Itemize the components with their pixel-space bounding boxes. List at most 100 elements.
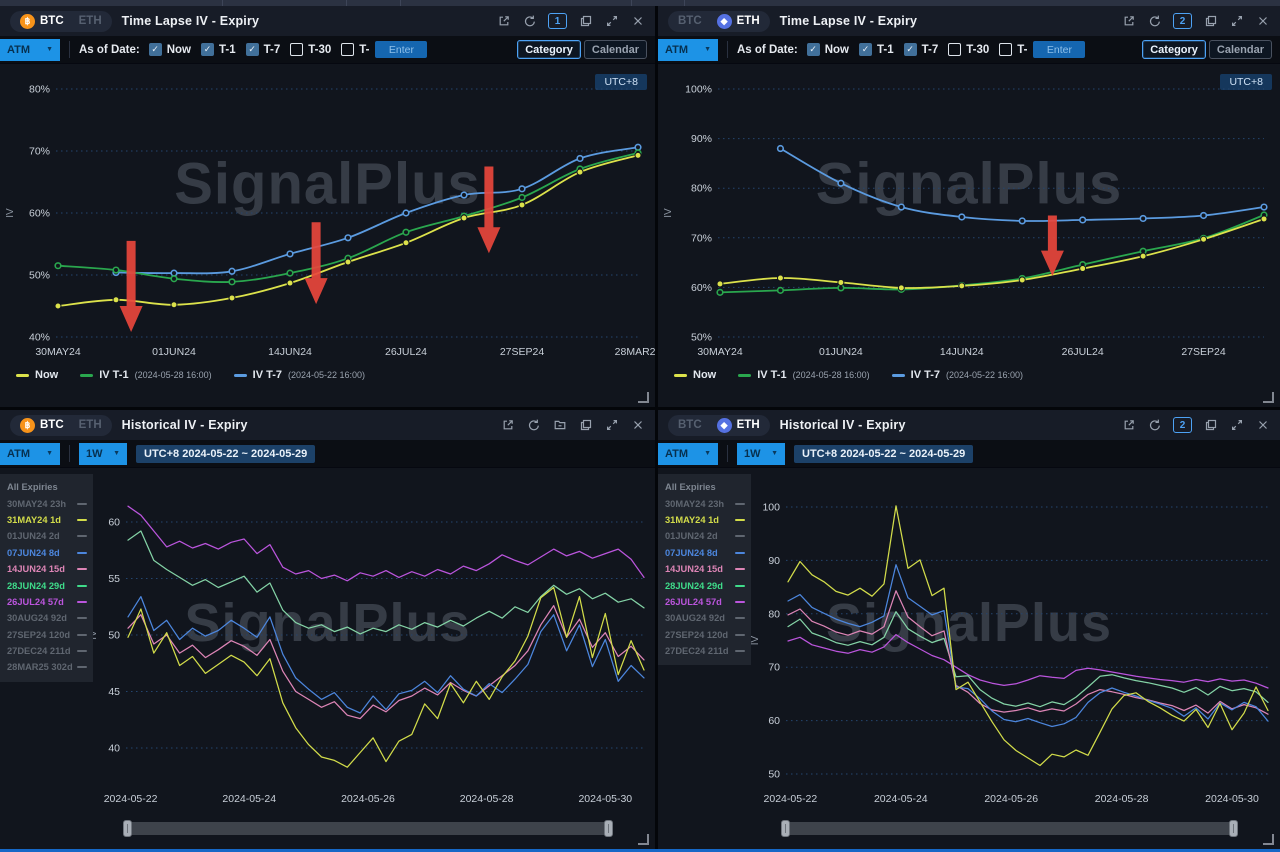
asof-checkbox-t[interactable]: T-	[999, 43, 1027, 56]
coin-tab-btc[interactable]: ฿BTC	[13, 417, 71, 434]
btc-historical-chart-svg[interactable]: 40455055602024-05-222024-05-242024-05-26…	[0, 468, 655, 813]
expiry-item-28jun24-29d[interactable]: 28JUN24 29d	[665, 577, 745, 593]
duplicate-icon[interactable]	[578, 14, 593, 29]
fullscreen-icon[interactable]	[1229, 14, 1244, 29]
legend-item-iv-t-1[interactable]: IV T-1(2024-05-28 16:00)	[738, 369, 869, 381]
expiry-item-30aug24-92d[interactable]: 30AUG24 92d	[665, 610, 745, 626]
expiry-item-01jun24-2d[interactable]: 01JUN24 2d	[665, 528, 745, 544]
fullscreen-icon[interactable]	[604, 14, 619, 29]
expiry-item-14jun24-15d[interactable]: 14JUN24 15d	[7, 561, 87, 577]
expiry-item-31may24-1d[interactable]: 31MAY24 1d	[665, 512, 745, 528]
time-range-scrollbar[interactable]	[125, 822, 611, 835]
asof-checkbox-t[interactable]: T-	[341, 43, 369, 56]
expiry-item-07jun24-8d[interactable]: 07JUN24 8d	[665, 545, 745, 561]
expiry-item-01jun24-2d[interactable]: 01JUN24 2d	[7, 528, 87, 544]
atm-dropdown[interactable]: ATM ▼	[658, 39, 718, 61]
coin-tab-eth[interactable]: ETH	[72, 14, 109, 28]
coin-tab-eth[interactable]: ◆ETH	[710, 417, 767, 434]
duplicate-icon[interactable]	[578, 418, 593, 433]
expiry-item-27dec24-211d[interactable]: 27DEC24 211d	[7, 643, 87, 659]
category-toggle-button[interactable]: Category	[517, 40, 581, 59]
eth-timelapse-chart-area[interactable]: SignalPlus UTC+8 50%60%70%80%90%100%30MA…	[658, 64, 1280, 364]
open-in-new-icon[interactable]	[496, 14, 511, 29]
scrollbar-right-handle[interactable]	[1229, 820, 1238, 837]
expiry-item-30may24-23h[interactable]: 30MAY24 23h	[7, 495, 87, 511]
coin-tab-eth[interactable]: ETH	[72, 418, 109, 432]
open-in-new-icon[interactable]	[1121, 14, 1136, 29]
expiry-item-26jul24-57d[interactable]: 26JUL24 57d	[665, 594, 745, 610]
window-count-badge[interactable]: 2	[1173, 13, 1192, 29]
resize-corner[interactable]	[638, 392, 649, 403]
scrollbar-left-handle[interactable]	[781, 820, 790, 837]
window-count-badge[interactable]: 1	[548, 13, 567, 29]
legend-item-iv-t-7[interactable]: IV T-7(2024-05-22 16:00)	[234, 369, 365, 381]
scrollbar-right-handle[interactable]	[604, 820, 613, 837]
asof-date-input[interactable]: Enter	[1033, 41, 1085, 58]
btc-historical-chart-area[interactable]: SignalPlus All Expiries30MAY24 23h31MAY2…	[0, 468, 655, 813]
expiry-item-28jun24-29d[interactable]: 28JUN24 29d	[7, 577, 87, 593]
resize-corner[interactable]	[638, 834, 649, 845]
expiry-item-07jun24-8d[interactable]: 07JUN24 8d	[7, 545, 87, 561]
expiry-item-27dec24-211d[interactable]: 27DEC24 211d	[665, 643, 745, 659]
open-in-new-icon[interactable]	[1121, 418, 1136, 433]
asof-checkbox-now[interactable]: ✓Now	[149, 43, 191, 56]
refresh-icon[interactable]	[1147, 418, 1162, 433]
asof-checkbox-t7[interactable]: ✓T-7	[904, 43, 939, 56]
coin-tab-btc[interactable]: BTC	[671, 418, 709, 432]
asof-date-input[interactable]: Enter	[375, 41, 427, 58]
folder-icon[interactable]	[552, 418, 567, 433]
asof-checkbox-t30[interactable]: T-30	[290, 43, 331, 56]
coin-tab-btc[interactable]: BTC	[671, 14, 709, 28]
legend-item-iv-t-7[interactable]: IV T-7(2024-05-22 16:00)	[892, 369, 1023, 381]
calendar-toggle-button[interactable]: Calendar	[1209, 40, 1272, 59]
expiry-item-31may24-1d[interactable]: 31MAY24 1d	[7, 512, 87, 528]
expiry-item-30may24-23h[interactable]: 30MAY24 23h	[665, 495, 745, 511]
legend-item-now[interactable]: Now	[16, 369, 58, 381]
expiry-item-all-expiries[interactable]: All Expiries	[7, 479, 87, 495]
fullscreen-icon[interactable]	[604, 418, 619, 433]
resize-corner[interactable]	[1263, 392, 1274, 403]
asof-checkbox-t30[interactable]: T-30	[948, 43, 989, 56]
resize-corner[interactable]	[1263, 834, 1274, 845]
expiry-item-26jul24-57d[interactable]: 26JUL24 57d	[7, 594, 87, 610]
expiry-item-27sep24-120d[interactable]: 27SEP24 120d	[7, 627, 87, 643]
eth-historical-chart-area[interactable]: SignalPlus All Expiries30MAY24 23h31MAY2…	[658, 468, 1280, 813]
asof-checkbox-t1[interactable]: ✓T-1	[201, 43, 236, 56]
close-icon[interactable]	[1255, 14, 1270, 29]
period-dropdown[interactable]: 1W ▼	[737, 443, 785, 465]
duplicate-icon[interactable]	[1203, 418, 1218, 433]
asof-checkbox-now[interactable]: ✓Now	[807, 43, 849, 56]
atm-dropdown[interactable]: ATM ▼	[658, 443, 718, 465]
expiry-item-28mar25-302d[interactable]: 28MAR25 302d	[7, 659, 87, 675]
refresh-icon[interactable]	[522, 14, 537, 29]
expiry-item-27sep24-120d[interactable]: 27SEP24 120d	[665, 627, 745, 643]
scrollbar-left-handle[interactable]	[123, 820, 132, 837]
legend-item-now[interactable]: Now	[674, 369, 716, 381]
time-range-scrollbar[interactable]	[783, 822, 1236, 835]
eth-historical-chart-svg[interactable]: 50607080901002024-05-222024-05-242024-05…	[658, 468, 1280, 813]
open-in-new-icon[interactable]	[500, 418, 515, 433]
btc-timelapse-chart-area[interactable]: SignalPlus UTC+8 40%50%60%70%80%30MAY240…	[0, 64, 655, 364]
asof-checkbox-t1[interactable]: ✓T-1	[859, 43, 894, 56]
close-icon[interactable]	[1255, 418, 1270, 433]
expiry-item-30aug24-92d[interactable]: 30AUG24 92d	[7, 610, 87, 626]
coin-tab-eth[interactable]: ◆ETH	[710, 13, 767, 30]
asof-checkbox-t7[interactable]: ✓T-7	[246, 43, 281, 56]
category-toggle-button[interactable]: Category	[1142, 40, 1206, 59]
atm-dropdown[interactable]: ATM ▼	[0, 39, 60, 61]
btc-timelapse-chart-svg[interactable]: 40%50%60%70%80%30MAY2401JUN2414JUN2426JU…	[0, 64, 655, 364]
atm-dropdown[interactable]: ATM ▼	[0, 443, 60, 465]
expiry-item-all-expiries[interactable]: All Expiries	[665, 479, 745, 495]
duplicate-icon[interactable]	[1203, 14, 1218, 29]
period-dropdown[interactable]: 1W ▼	[79, 443, 127, 465]
window-count-badge[interactable]: 2	[1173, 417, 1192, 433]
coin-tab-btc[interactable]: ฿BTC	[13, 13, 71, 30]
close-icon[interactable]	[630, 418, 645, 433]
legend-item-iv-t-1[interactable]: IV T-1(2024-05-28 16:00)	[80, 369, 211, 381]
close-icon[interactable]	[630, 14, 645, 29]
expiry-item-14jun24-15d[interactable]: 14JUN24 15d	[665, 561, 745, 577]
eth-timelapse-chart-svg[interactable]: 50%60%70%80%90%100%30MAY2401JUN2414JUN24…	[658, 64, 1280, 364]
refresh-icon[interactable]	[1147, 14, 1162, 29]
fullscreen-icon[interactable]	[1229, 418, 1244, 433]
refresh-icon[interactable]	[526, 418, 541, 433]
